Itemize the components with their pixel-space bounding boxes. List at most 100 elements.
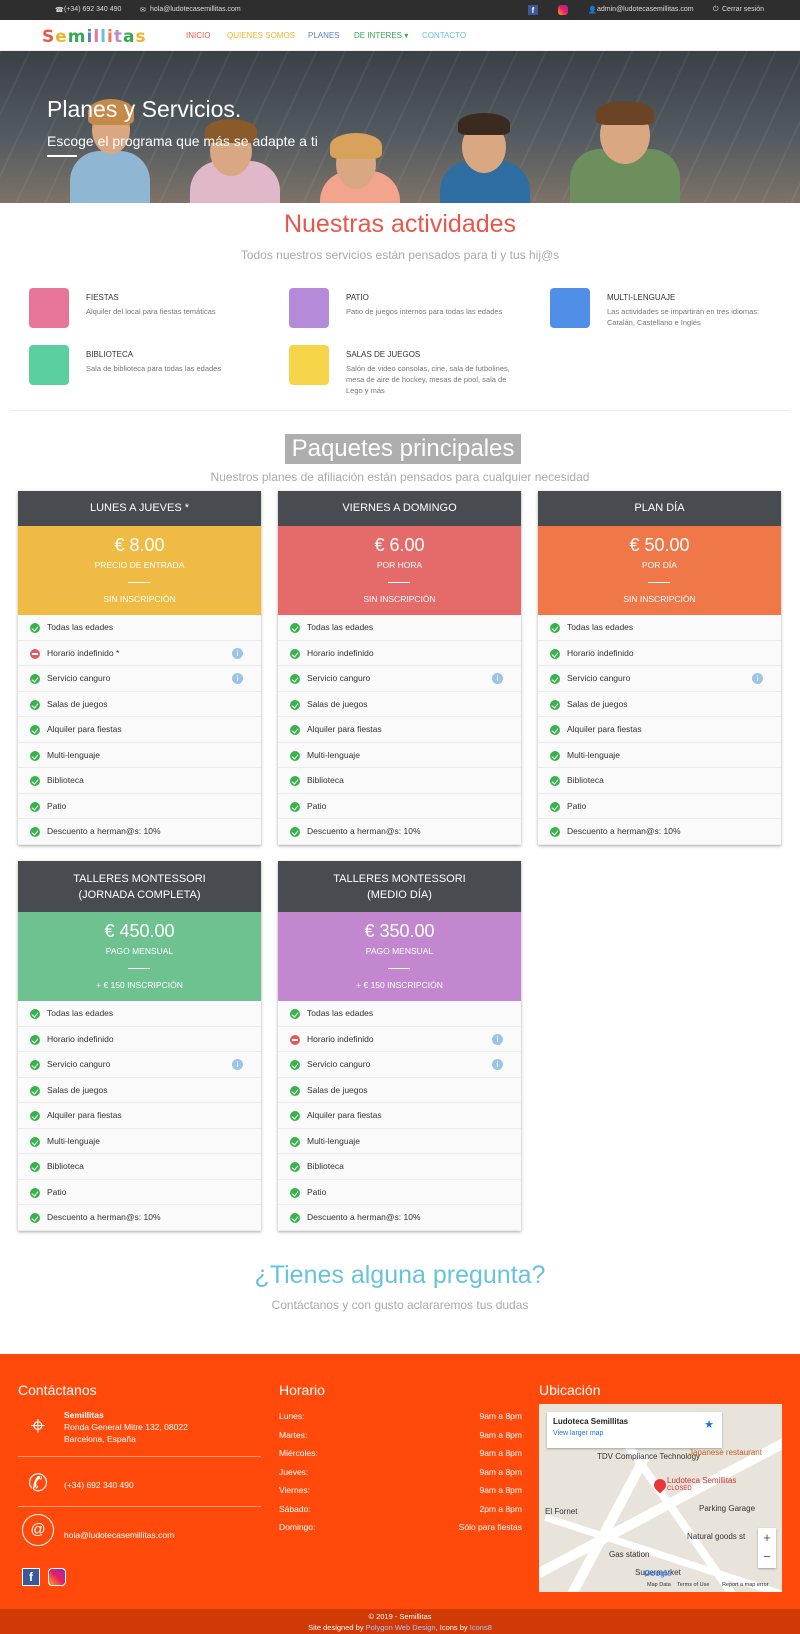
instagram-icon[interactable]: [48, 1568, 66, 1586]
feature-label: Descuento a herman@s: 10%: [47, 826, 161, 836]
check-icon: [550, 750, 560, 761]
schedule-hours: 9am a 8pm: [479, 1429, 522, 1440]
footer-address2: Barcelona, España: [64, 1434, 136, 1444]
nav-planes[interactable]: PLANES: [308, 31, 340, 40]
price-divider: [128, 582, 150, 583]
info-icon[interactable]: i: [492, 673, 503, 684]
footer-phone[interactable]: (+34) 692 340 490: [64, 1480, 134, 1490]
info-icon[interactable]: i: [232, 673, 243, 684]
schedule-day: Martes:: [279, 1429, 308, 1440]
hero-subtitle: Escoge el programa que más se adapte a t…: [47, 133, 318, 149]
feature-label: Biblioteca: [47, 775, 84, 785]
feature-label: Descuento a herman@s: 10%: [307, 1212, 421, 1222]
feature-row: Servicio canguro i: [278, 1052, 521, 1078]
map-label: Parking Garage: [699, 1504, 756, 1513]
map-terms[interactable]: Terms of Use: [677, 1582, 709, 1588]
caret-down-icon: ▾: [402, 31, 409, 40]
check-icon: [550, 648, 560, 659]
zoom-out-icon[interactable]: −: [758, 1547, 776, 1566]
plan-price: € 450.00: [104, 921, 175, 941]
info-icon[interactable]: i: [232, 1059, 243, 1070]
footer-address1: Ronda General Mitre 132, 08022: [64, 1422, 188, 1432]
feature-label: Salas de juegos: [307, 698, 368, 709]
check-icon: [30, 1060, 40, 1070]
plan-name: PLAN DÍA: [634, 502, 685, 514]
plan-price: € 50.00: [629, 535, 690, 555]
feature-label: Multi-lenguaje: [307, 1135, 360, 1146]
feature-label: Descuento a herman@s: 10%: [567, 826, 681, 836]
logout-link[interactable]: Cerrar sesión: [722, 6, 764, 13]
info-icon[interactable]: i: [752, 673, 763, 684]
credits-icons-link[interactable]: Icons8: [470, 1623, 492, 1632]
star-icon[interactable]: ★: [704, 1418, 714, 1431]
feature-row: Multi-lenguaje: [278, 743, 521, 768]
check-icon: [30, 1085, 40, 1096]
top-email[interactable]: hola@ludotecasemillitas.com: [150, 6, 241, 13]
pricing-card: LUNES A JUEVES * € 8.00 PRECIO DE ENTRADA S…: [18, 491, 261, 845]
info-icon[interactable]: i: [232, 647, 243, 659]
feature-label: Patio: [307, 1186, 327, 1197]
pricing-card-price-area: € 50.00 POR DÍA SIN INSCRIPCIÓN: [538, 526, 781, 615]
email-icon: @: [22, 1514, 54, 1546]
hero-underline: [47, 155, 77, 157]
logo[interactable]: Semillitas: [42, 27, 147, 47]
facebook-icon[interactable]: f: [22, 1568, 40, 1586]
activity-desc: Las actividades se impartirán en tres id…: [607, 307, 760, 327]
nav-contacto[interactable]: CONTACTO: [422, 31, 466, 40]
book-icon: [29, 345, 69, 385]
feature-row: Todas las edades: [18, 615, 261, 641]
feature-row: Patio: [278, 1180, 521, 1205]
credits-designer-link[interactable]: Polygon Web Design: [366, 1623, 436, 1632]
feature-label: Biblioteca: [47, 1161, 84, 1171]
price-divider: [388, 968, 410, 969]
google-map[interactable]: Ludoteca Semillitas View larger map ★ TD…: [539, 1404, 782, 1592]
check-icon: [290, 1009, 300, 1019]
plan-inscription: SIN INSCRIPCIÓN: [363, 594, 436, 604]
check-icon: [550, 827, 560, 837]
feature-label: Servicio canguro: [307, 673, 371, 683]
map-zoom-controls[interactable]: + −: [758, 1528, 776, 1568]
credits: Site designed by Polygon Web Design, Ico…: [0, 1622, 800, 1633]
feature-row: Alquiler para fiestas: [18, 1103, 261, 1129]
info-icon[interactable]: i: [492, 1033, 503, 1045]
pricing-card-price-area: € 350.00 PAGO MENSUAL + € 150 INSCRIPCIÓN: [278, 912, 521, 1001]
nav-quienes-somos[interactable]: QUIENES SOMOS: [227, 31, 295, 40]
feature-label: Alquiler para fiestas: [567, 724, 642, 734]
info-icon[interactable]: i: [492, 1059, 503, 1070]
check-icon: [290, 1136, 300, 1147]
zoom-in-icon[interactable]: +: [758, 1528, 776, 1547]
feature-row: Multi-lenguaje: [278, 1129, 521, 1154]
map-data[interactable]: Map Data: [647, 1582, 671, 1588]
feature-row: Descuento a herman@s: 10%: [278, 819, 521, 845]
check-icon: [290, 1187, 300, 1198]
top-admin[interactable]: admin@ludotecasemillitas.com: [597, 6, 694, 13]
feature-row: Biblioteca: [18, 768, 261, 794]
map-info-box: Ludoteca Semillitas View larger map ★: [547, 1412, 722, 1448]
feature-row: Servicio canguro i: [538, 666, 781, 692]
pricing-card-price-area: € 6.00 POR HORA SIN INSCRIPCIÓN: [278, 526, 521, 615]
plan-unit: POR DÍA: [642, 560, 677, 570]
footer-email[interactable]: hola@ludotecasemillitas.com: [64, 1530, 174, 1540]
nav-de-interes[interactable]: DE INTERES ▾: [354, 31, 408, 40]
nav-inicio[interactable]: INICIO: [186, 31, 210, 40]
feature-label: Servicio canguro: [47, 673, 111, 683]
instagram-icon[interactable]: [558, 5, 568, 15]
feature-label: Patio: [47, 1186, 67, 1197]
map-report[interactable]: Report a map error: [722, 1582, 768, 1588]
pricing-card-header: PLAN DÍA: [538, 491, 781, 526]
activity-title: BIBLIOTECA: [86, 350, 134, 359]
footer-contact-title: Contáctanos: [18, 1382, 97, 1398]
price-divider: [128, 968, 150, 969]
facebook-icon[interactable]: f: [528, 5, 538, 15]
pricing-card-header: LUNES A JUEVES *: [18, 491, 261, 526]
schedule-day: Domingo:: [279, 1522, 316, 1532]
check-icon: [290, 623, 300, 633]
map-larger-link[interactable]: View larger map: [553, 1430, 603, 1437]
schedule-day: Jueves:: [279, 1466, 309, 1477]
check-icon: [290, 1213, 300, 1223]
footer-location-title: Ubicación: [539, 1382, 601, 1398]
check-icon: [290, 1111, 300, 1121]
question-title: ¿Tienes alguna pregunta?: [254, 1261, 546, 1289]
pricing-card-header: TALLERES MONTESSORI (MEDIO DÍA): [278, 861, 521, 912]
footer-name: Semillitas: [64, 1410, 104, 1420]
